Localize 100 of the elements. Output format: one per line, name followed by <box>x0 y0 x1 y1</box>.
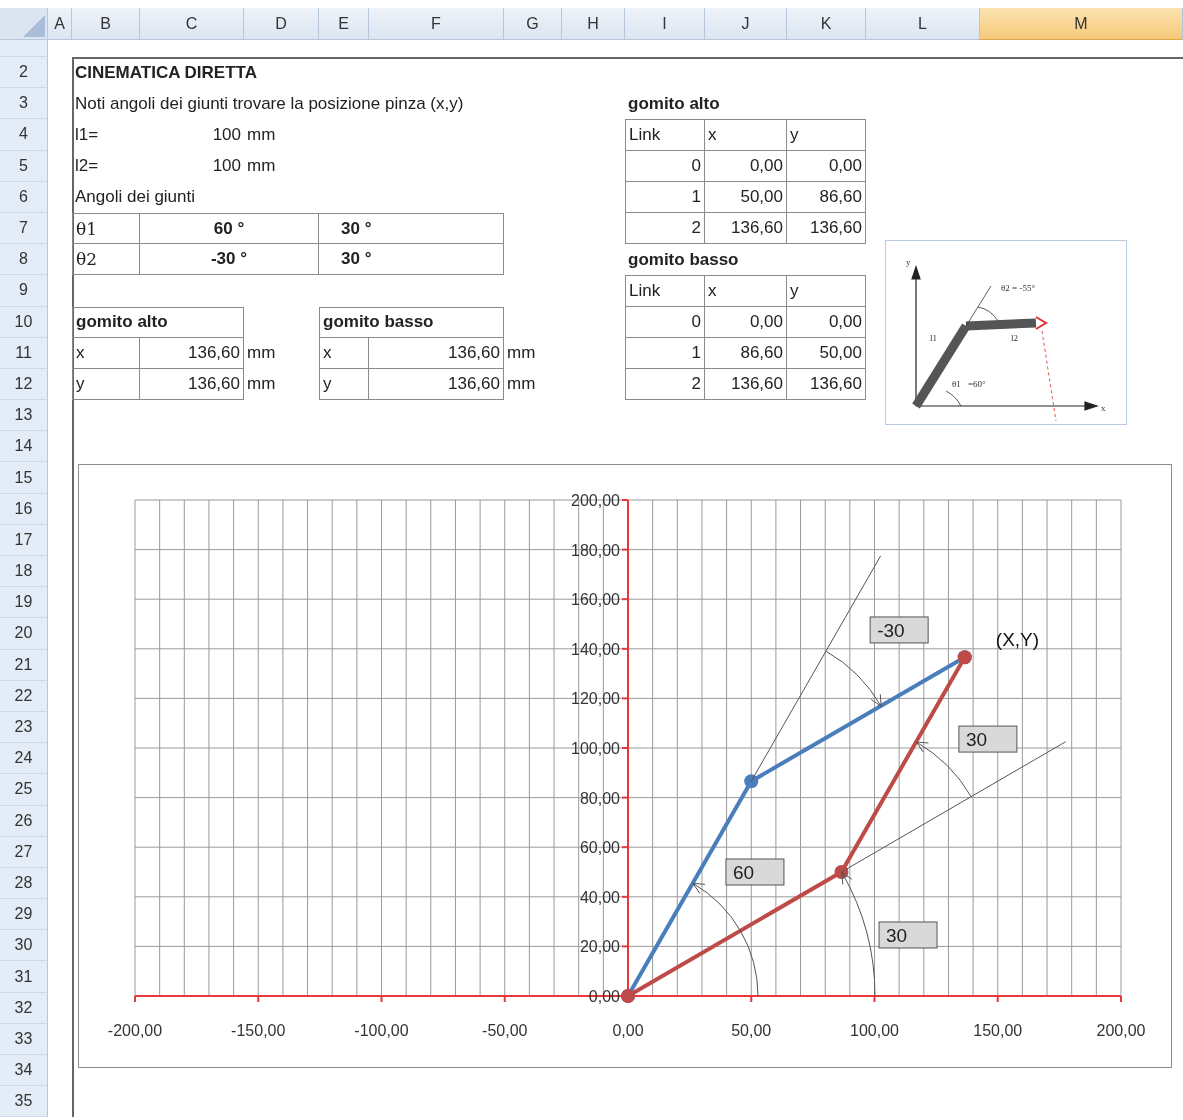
length-label: l2= <box>74 155 100 178</box>
column-header[interactable]: H <box>562 8 625 40</box>
table-cell: -30 ° <box>140 244 319 276</box>
unit-text: mm <box>506 342 537 365</box>
column-header[interactable]: G <box>504 8 562 40</box>
row-header[interactable]: 4 <box>0 119 48 151</box>
table-cell: 136,60 <box>705 212 787 245</box>
column-header[interactable]: A <box>48 8 72 40</box>
table-cell: θ2 <box>72 244 140 276</box>
x-tick-label: -200,00 <box>107 1022 163 1040</box>
x-tick-label: 150,00 <box>973 1022 1023 1040</box>
row-header[interactable]: 25 <box>0 774 48 806</box>
table-cell: 136,60 <box>787 212 866 245</box>
table-cell: 30 ° <box>319 244 504 276</box>
row-header[interactable]: 23 <box>0 711 48 744</box>
column-header[interactable]: B <box>72 8 140 40</box>
row-header[interactable]: 35 <box>0 1086 48 1118</box>
row-header[interactable]: 32 <box>0 992 48 1024</box>
row-header[interactable]: 34 <box>0 1055 48 1087</box>
angle-text: =60° <box>968 379 986 390</box>
select-all-corner[interactable] <box>0 8 48 40</box>
unit-text: mm <box>506 373 537 396</box>
unit-text: mm <box>246 373 277 396</box>
row-header[interactable]: 15 <box>0 462 48 494</box>
angle-annotation: 30 <box>841 872 938 997</box>
row-header[interactable]: 6 <box>0 181 48 213</box>
row-header[interactable]: 30 <box>0 930 48 962</box>
row-header[interactable]: 13 <box>0 400 48 432</box>
table-header-cell: y <box>787 119 866 151</box>
table-cell: 86,60 <box>705 337 787 369</box>
column-header[interactable]: K <box>787 8 866 40</box>
row-header[interactable]: 9 <box>0 275 48 307</box>
row-header[interactable]: 10 <box>0 306 48 338</box>
axis-label: y <box>906 257 911 268</box>
table-cell: 1 <box>625 181 705 213</box>
row-header[interactable]: 20 <box>0 618 48 650</box>
table-cell: 136,60 <box>787 368 866 401</box>
row-header[interactable]: 7 <box>0 212 48 245</box>
row-header[interactable]: 17 <box>0 524 48 556</box>
column-header[interactable]: L <box>866 8 980 40</box>
y-tick-label: 40,00 <box>579 889 620 907</box>
row-header[interactable]: 27 <box>0 836 48 868</box>
angle-text: θ2 = -55° <box>1001 283 1035 294</box>
table-cell: 2 <box>625 212 705 245</box>
row-header[interactable]: 2 <box>0 57 48 89</box>
row-header[interactable]: 16 <box>0 493 48 525</box>
row-header[interactable]: 3 <box>0 88 48 120</box>
row-header[interactable]: 5 <box>0 150 48 182</box>
table-header-cell: x <box>705 119 787 151</box>
row-header[interactable]: 33 <box>0 1023 48 1055</box>
x-tick-label: 0,00 <box>612 1022 644 1040</box>
table-header-cell: gomito basso <box>319 306 504 338</box>
row-header[interactable]: 12 <box>0 368 48 401</box>
table-cell: 136,60 <box>369 368 504 401</box>
row-header[interactable]: 18 <box>0 556 48 588</box>
column-header[interactable]: J <box>705 8 787 40</box>
table-cell: y <box>72 368 140 401</box>
table-header-cell: y <box>787 275 866 307</box>
link-label: l1 <box>930 333 937 344</box>
column-header[interactable]: D <box>244 8 319 40</box>
row-header[interactable]: 14 <box>0 431 48 463</box>
x-tick-label: -100,00 <box>354 1022 409 1040</box>
description-text: Noti angoli dei giunti trovare la posizione pinza (x,y) <box>74 92 465 115</box>
length-value: 100 <box>211 155 242 178</box>
x-tick-label: -50,00 <box>482 1022 528 1040</box>
section-title: gomito basso <box>627 248 740 271</box>
column-header[interactable]: F <box>369 8 504 40</box>
unit-text: mm <box>246 155 277 178</box>
row-header[interactable]: 29 <box>0 899 48 931</box>
column-header[interactable]: C <box>140 8 244 40</box>
table-cell: 86,60 <box>787 181 866 213</box>
column-header[interactable]: I <box>625 8 705 40</box>
column-header[interactable]: M <box>980 8 1183 40</box>
table-cell: 136,60 <box>369 337 504 369</box>
row-header[interactable]: 19 <box>0 587 48 619</box>
row-header[interactable]: 22 <box>0 680 48 712</box>
table-cell: 136,60 <box>140 337 244 369</box>
table-cell: 50,00 <box>787 337 866 369</box>
table-cell: 0 <box>625 150 705 182</box>
row-header[interactable]: 28 <box>0 867 48 900</box>
row-header[interactable]: 11 <box>0 337 48 369</box>
y-tick-label: 100,00 <box>571 740 620 758</box>
row-header[interactable]: 21 <box>0 649 48 681</box>
row-header[interactable]: 31 <box>0 961 48 993</box>
x-tick-label: 200,00 <box>1096 1022 1146 1040</box>
row-header[interactable]: 26 <box>0 805 48 837</box>
link-label: l2 <box>1011 333 1018 344</box>
end-point-label: (X,Y) <box>995 629 1040 651</box>
table-header-cell: x <box>705 275 787 307</box>
x-tick-label: 100,00 <box>850 1022 899 1040</box>
length-label: l1= <box>74 123 100 146</box>
row-header[interactable] <box>0 40 48 57</box>
y-tick-label: 80,00 <box>579 790 620 808</box>
unit-text: mm <box>246 342 277 365</box>
table-header-cell: gomito alto <box>72 306 244 338</box>
row-header[interactable]: 24 <box>0 743 48 775</box>
table-cell: 136,60 <box>705 368 787 401</box>
column-header[interactable]: E <box>319 8 369 40</box>
annotation: 30 <box>965 729 988 751</box>
row-header[interactable]: 8 <box>0 244 48 276</box>
